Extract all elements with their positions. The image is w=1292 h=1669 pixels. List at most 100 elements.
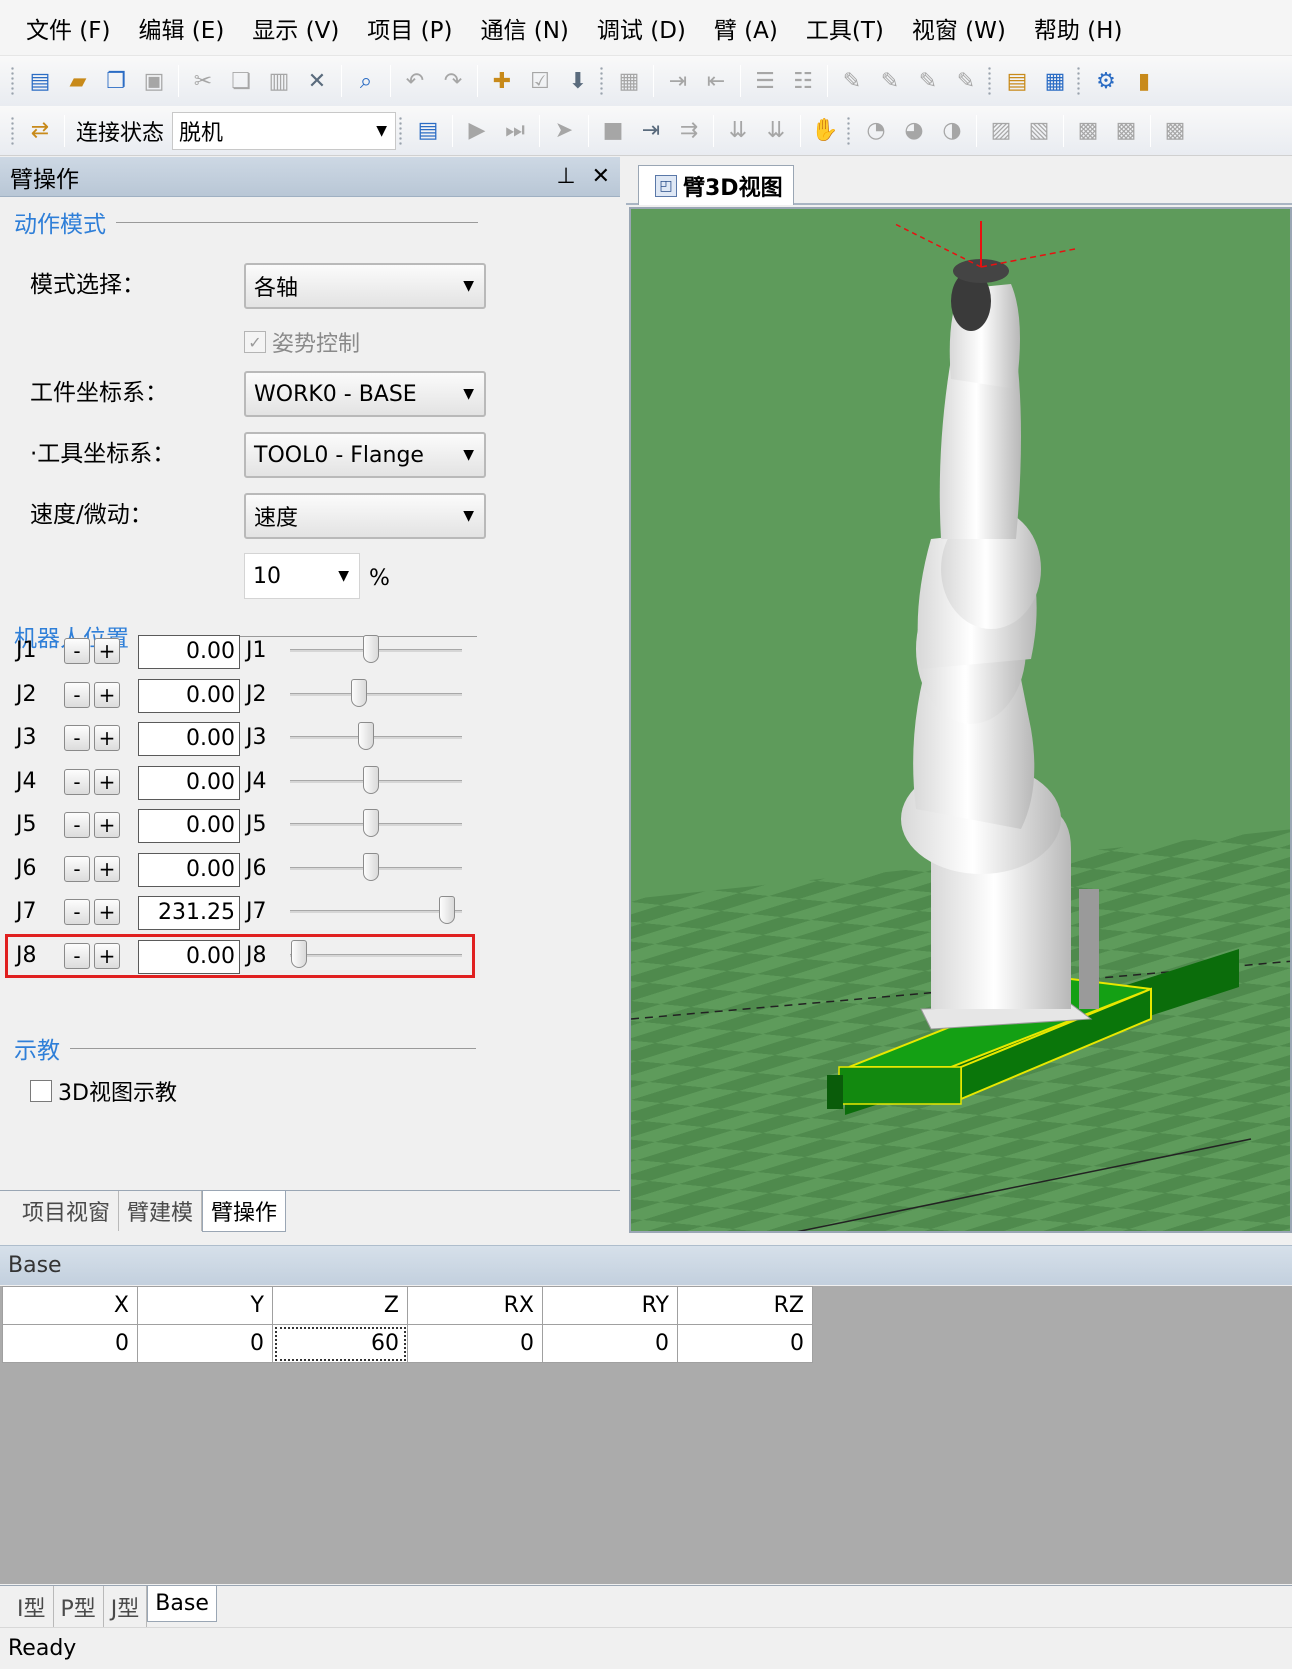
view-iso-icon[interactable]: ▩	[1107, 112, 1145, 150]
slider-thumb[interactable]	[362, 809, 379, 837]
hand-icon[interactable]: ✋	[806, 112, 844, 150]
toolbar-grip[interactable]	[846, 115, 852, 146]
pin-icon[interactable]: ⊥	[556, 164, 575, 189]
database-icon[interactable]: ▮	[1125, 62, 1163, 100]
arm-3d-viewport[interactable]	[629, 207, 1292, 1233]
slider-thumb[interactable]	[362, 635, 379, 663]
view-side-icon[interactable]: ▧	[1020, 112, 1058, 150]
close-icon[interactable]: ✕	[592, 164, 610, 189]
joint-slider[interactable]	[290, 676, 462, 714]
tab-j-type[interactable]: J型	[104, 1586, 148, 1628]
toolbar-grip[interactable]	[398, 115, 404, 146]
clear-breakpoint-icon[interactable]: ⇊	[757, 112, 795, 150]
tab-base[interactable]: Base	[147, 1586, 217, 1622]
open-folder-icon[interactable]: ▰	[59, 62, 97, 100]
joint-slider[interactable]	[290, 893, 462, 931]
slider-thumb[interactable]	[362, 766, 379, 794]
joint-value-field[interactable]: 231.25	[138, 896, 240, 930]
breakpoint-icon[interactable]: ⇊	[719, 112, 757, 150]
indent-icon[interactable]: ⇥	[659, 62, 697, 100]
toolbar-grip[interactable]	[599, 66, 604, 96]
step-over-icon[interactable]: ⇉	[670, 112, 708, 150]
download-program-icon[interactable]: ▤	[409, 112, 447, 150]
stop-icon[interactable]: ■	[594, 112, 632, 150]
delete-icon[interactable]: ✕	[298, 62, 336, 100]
joint-value-field[interactable]: 0.00	[138, 679, 240, 713]
menu-view[interactable]: 显示 (V)	[238, 11, 353, 45]
save-all-icon[interactable]: ❐	[97, 62, 135, 100]
tab-arm-modeling[interactable]: 臂建模	[119, 1191, 203, 1231]
copy-icon[interactable]: ❏	[222, 62, 260, 100]
menu-window[interactable]: 视窗 (W)	[898, 11, 1020, 45]
view-front-icon[interactable]: ▨	[982, 112, 1020, 150]
step-run-icon[interactable]: ⏭	[496, 112, 534, 150]
grid-cell-x[interactable]: 0	[2, 1324, 138, 1363]
view-top-icon[interactable]: ▩	[1069, 112, 1107, 150]
bookmark-prev-icon[interactable]: ✎	[909, 62, 947, 100]
new-project-icon[interactable]: ▤	[21, 62, 59, 100]
tab-arm-3d-view[interactable]: ◰ 臂3D视图	[638, 165, 794, 205]
cursor-run-icon[interactable]: ➤	[545, 112, 583, 150]
joint-decrement-button[interactable]: -	[64, 769, 90, 795]
tool-coordinate-select[interactable]: TOOL0 - Flange ▼	[244, 432, 486, 478]
joint-decrement-button[interactable]: -	[64, 899, 90, 925]
tab-i-type[interactable]: I型	[10, 1586, 54, 1628]
menu-project[interactable]: 项目 (P)	[353, 11, 466, 45]
slider-thumb[interactable]	[362, 853, 379, 881]
structure-icon[interactable]: ▦	[610, 62, 648, 100]
joint-slider[interactable]	[290, 719, 462, 757]
slider-thumb[interactable]	[438, 896, 455, 924]
add-item-icon[interactable]: ✚	[483, 62, 521, 100]
menu-file[interactable]: 文件 (F)	[12, 11, 125, 45]
uncomment-icon[interactable]: ☷	[784, 62, 822, 100]
posture-control-checkbox[interactable]: ✓ 姿势控制	[244, 326, 360, 358]
joint-value-field[interactable]: 0.00	[138, 853, 240, 887]
menu-debug[interactable]: 调试 (D)	[583, 11, 700, 45]
joint-increment-button[interactable]: +	[94, 725, 120, 751]
joint-value-field[interactable]: 0.00	[138, 809, 240, 843]
tab-arm-operation[interactable]: 臂操作	[202, 1191, 287, 1232]
step-into-icon[interactable]: ⇥	[632, 112, 670, 150]
menu-edit[interactable]: 编辑 (E)	[125, 11, 239, 45]
grid-cell-y[interactable]: 0	[137, 1324, 273, 1363]
work-coordinate-select[interactable]: WORK0 - BASE ▼	[244, 371, 486, 417]
joint-decrement-button[interactable]: -	[64, 725, 90, 751]
comment-icon[interactable]: ☰	[746, 62, 784, 100]
view-fit-icon[interactable]: ▩	[1156, 112, 1194, 150]
joint-slider[interactable]	[290, 850, 462, 888]
menu-arm[interactable]: 臂 (A)	[700, 11, 792, 45]
joint-increment-button[interactable]: +	[94, 856, 120, 882]
table-icon[interactable]: ▦	[1036, 62, 1074, 100]
teach-3d-checkbox[interactable]: 3D视图示教	[30, 1075, 177, 1107]
bookmark-next-icon[interactable]: ✎	[871, 62, 909, 100]
joint-increment-button[interactable]: +	[94, 638, 120, 664]
joint-decrement-button[interactable]: -	[64, 856, 90, 882]
undo-icon[interactable]: ↶	[396, 62, 434, 100]
outdent-icon[interactable]: ⇤	[697, 62, 735, 100]
joint-slider[interactable]	[290, 632, 462, 670]
save-icon[interactable]: ▣	[135, 62, 173, 100]
paste-icon[interactable]: ▥	[260, 62, 298, 100]
cut-icon[interactable]: ✂	[184, 62, 222, 100]
tab-project-view[interactable]: 项目视窗	[14, 1191, 120, 1231]
menu-tools[interactable]: 工具(T)	[792, 11, 898, 45]
grid-cell-ry[interactable]: 0	[542, 1324, 678, 1363]
joint-increment-button[interactable]: +	[94, 812, 120, 838]
find-icon[interactable]: ⌕	[347, 62, 385, 100]
grid-cell-rz[interactable]: 0	[677, 1324, 813, 1363]
bookmark-icon[interactable]: ✎	[833, 62, 871, 100]
redo-icon[interactable]: ↷	[434, 62, 472, 100]
grid-cell-z[interactable]: 60	[272, 1324, 408, 1363]
joint-increment-button[interactable]: +	[94, 682, 120, 708]
view-rotate-icon[interactable]: ◔	[857, 112, 895, 150]
robot-tool-icon[interactable]: ⚙	[1087, 62, 1125, 100]
joint-slider[interactable]	[290, 763, 462, 801]
joint-decrement-button[interactable]: -	[64, 638, 90, 664]
joint-value-field[interactable]: 0.00	[138, 635, 240, 669]
toolbar-grip[interactable]	[1076, 66, 1081, 96]
run-icon[interactable]: ▶	[458, 112, 496, 150]
bookmark-clear-icon[interactable]: ✎	[947, 62, 985, 100]
toolbar-grip[interactable]	[10, 115, 15, 146]
build-icon[interactable]: ⬇	[559, 62, 597, 100]
connect-icon[interactable]: ⇄	[21, 112, 59, 150]
